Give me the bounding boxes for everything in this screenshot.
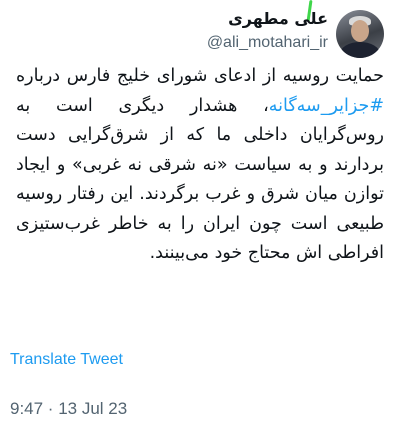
author-names: علی مطهری @ali_motahari_ir	[28, 8, 328, 54]
hashtag-link[interactable]: #جزایر_سه‌گانه	[269, 96, 384, 116]
author-display-name[interactable]: علی مطهری	[28, 8, 328, 30]
tweet-text: حمایت روسیه از ادعای شورای خلیج فارس درب…	[16, 62, 384, 269]
avatar-face	[351, 20, 369, 42]
author-handle[interactable]: @ali_motahari_ir	[28, 32, 328, 54]
translate-tweet-link[interactable]: Translate Tweet	[10, 350, 123, 370]
tweet-header: علی مطهری @ali_motahari_ir	[16, 0, 384, 60]
tweet-text-after: ، هشدار دیگری است به روس‌گرایان داخلی ما…	[16, 95, 384, 264]
avatar-suit	[340, 42, 380, 58]
tweet-timestamp[interactable]: 9:47 · 13 Jul 23	[10, 398, 127, 420]
avatar[interactable]	[336, 10, 384, 58]
tweet-text-before: حمایت روسیه از ادعای شورای خلیج فارس درب…	[16, 66, 384, 86]
